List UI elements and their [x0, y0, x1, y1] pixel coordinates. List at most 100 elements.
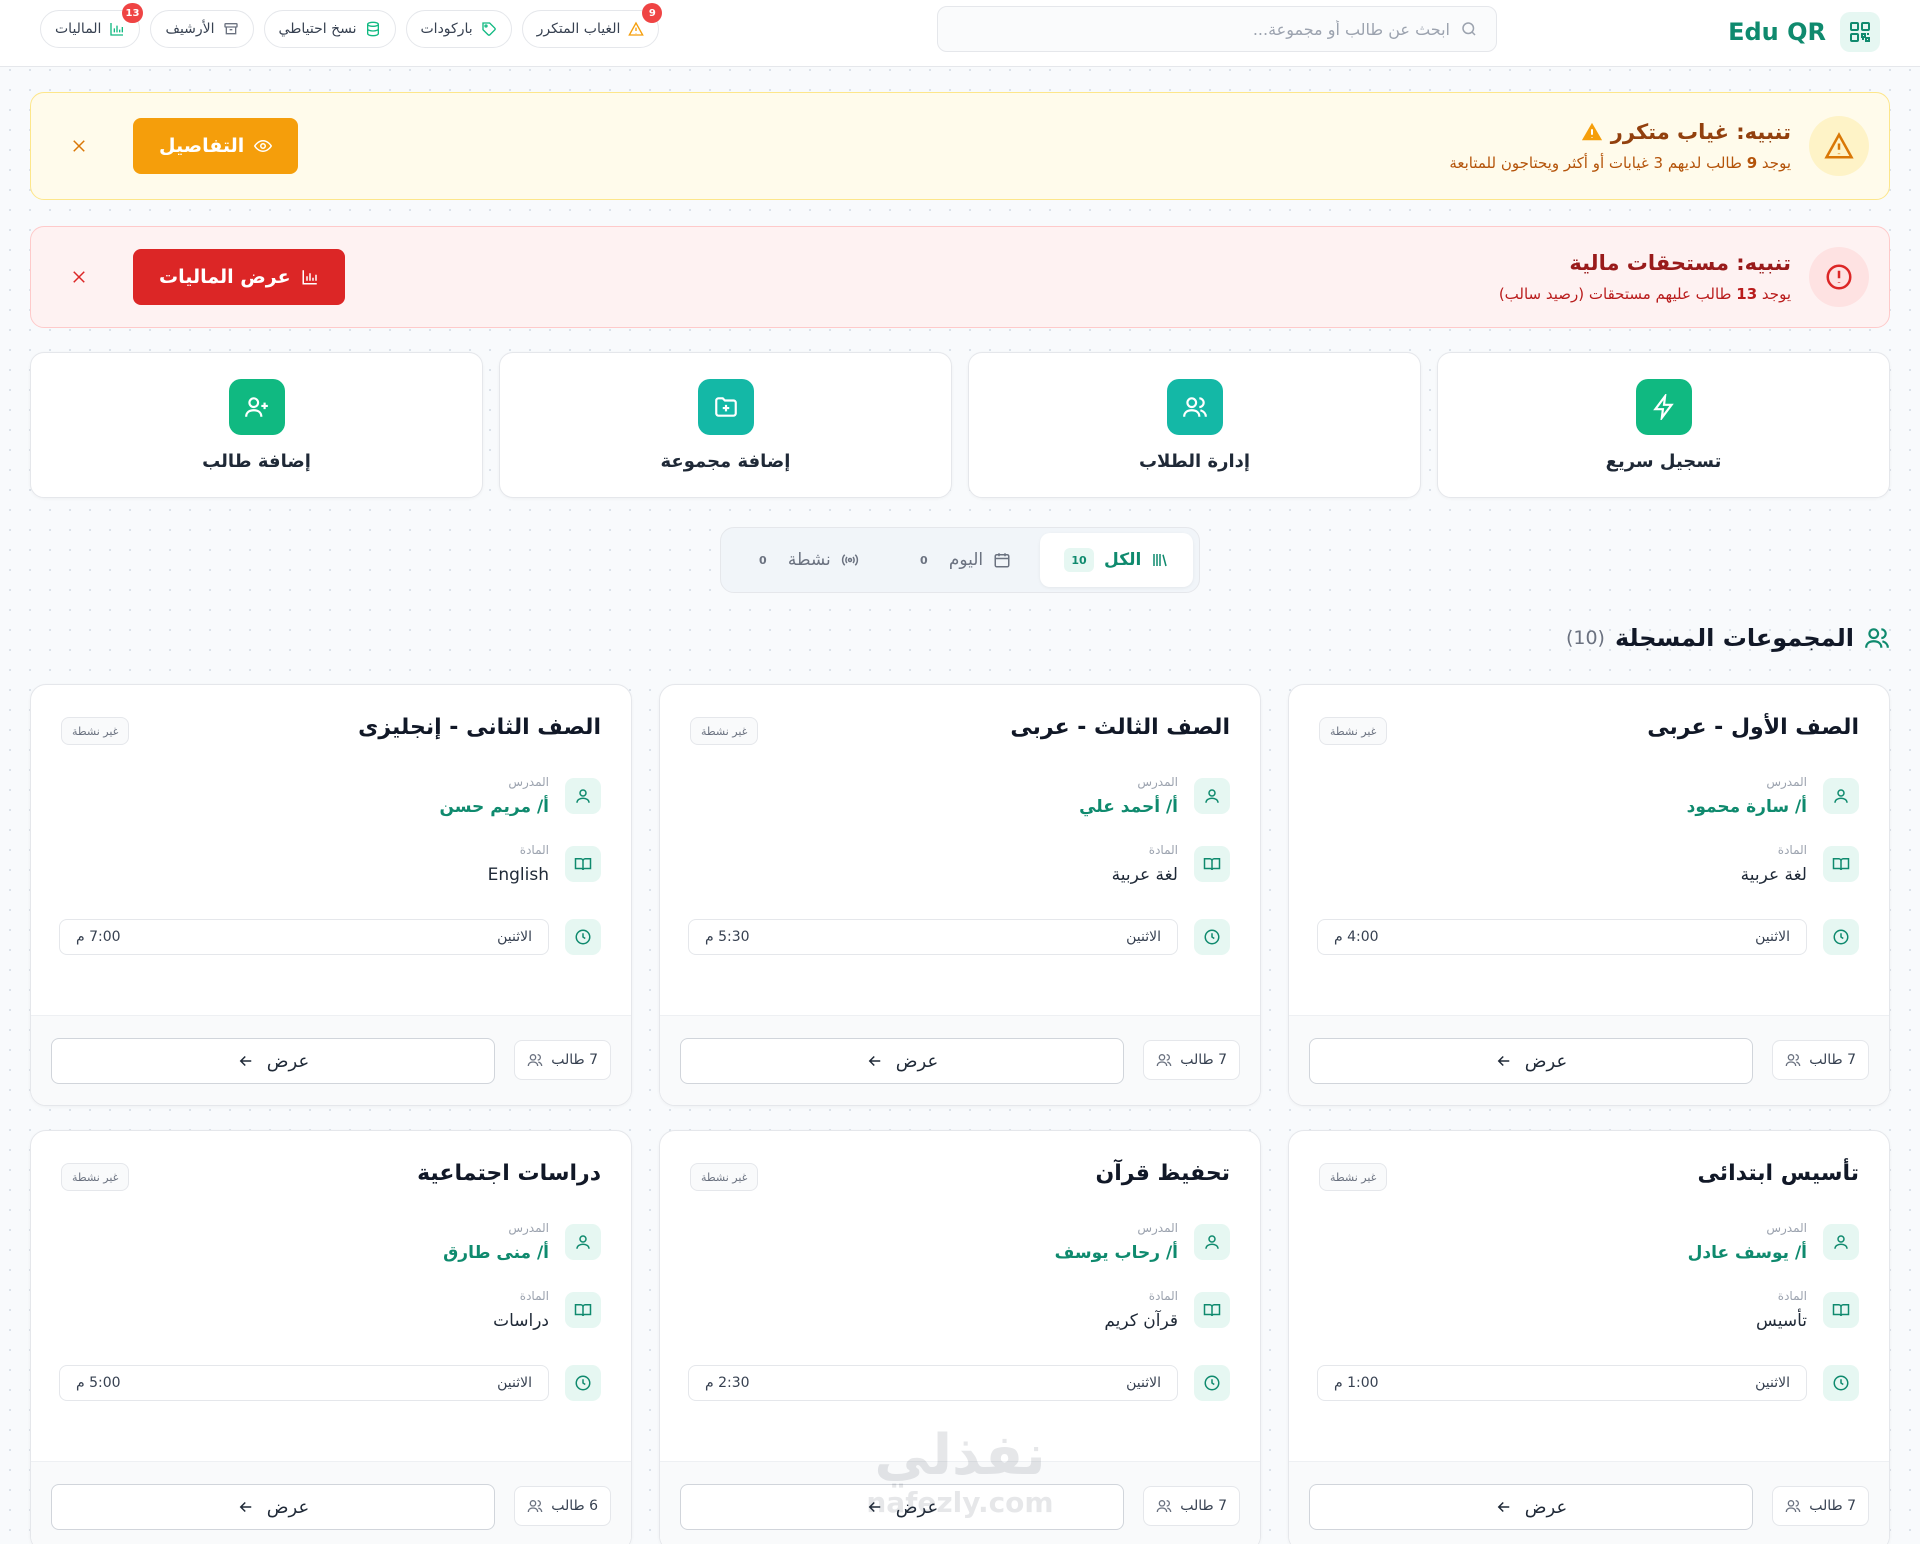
zap-icon — [1635, 378, 1692, 435]
teacher-label: المدرس — [508, 775, 549, 789]
nav-absence[interactable]: الغياب المتكرر 9 — [521, 3, 663, 48]
schedule-box: الاثنين 7:00 م — [59, 919, 549, 955]
view-finance-button[interactable]: عرض الماليات — [133, 249, 345, 305]
warning-emoji-icon — [1581, 121, 1603, 143]
nav-absence-badge: 9 — [642, 3, 663, 23]
arrow-left-icon — [1495, 1498, 1513, 1516]
tab-all[interactable]: الكل 10 — [1040, 533, 1193, 587]
teacher-label: المدرس — [1766, 1221, 1807, 1235]
schedule-time: 1:00 م — [1334, 1375, 1379, 1391]
subject-name: لغة عربية — [1111, 865, 1178, 885]
subject-row: المادة تأسيس — [1756, 1289, 1859, 1331]
tab-all-count: 10 — [1064, 548, 1095, 572]
teacher-label: المدرس — [1137, 775, 1178, 789]
users-icon — [1156, 1052, 1172, 1068]
student-count: 7 طالب — [1809, 1498, 1856, 1514]
bar-chart-icon — [109, 21, 125, 37]
student-count: 7 طالب — [1180, 1052, 1227, 1068]
brand-name: Edu QR — [1728, 18, 1826, 46]
nav-backup[interactable]: نسخ احتياطي — [263, 10, 396, 48]
arrow-left-icon — [1495, 1052, 1513, 1070]
subject-label: المادة — [519, 1289, 549, 1303]
group-name: الصف الثالث - عربى — [1010, 715, 1230, 740]
view-group-button[interactable]: عرض — [680, 1038, 1124, 1084]
nav-archive[interactable]: الأرشيف — [150, 10, 254, 48]
schedule-day: الاثنين — [1126, 929, 1161, 945]
group-card: الصف الثانى - إنجليزى غير نشطة المدرس أ/… — [30, 684, 632, 1106]
absence-details-label: التفاصيل — [159, 135, 245, 157]
schedule-time: 2:30 م — [705, 1375, 750, 1391]
status-badge: غير نشطة — [690, 1163, 759, 1191]
users-icon — [1785, 1498, 1801, 1514]
user-icon — [1823, 1224, 1859, 1260]
user-plus-icon — [228, 378, 285, 435]
manage-students-card[interactable]: إدارة الطلاب — [968, 352, 1421, 498]
schedule-box: الاثنين 2:30 م — [688, 1365, 1178, 1401]
tab-today-count: 0 — [919, 553, 928, 567]
teacher-row: المدرس أ/ رحاب يوسف — [1055, 1221, 1230, 1263]
tab-active[interactable]: نشطة 0 — [727, 533, 880, 587]
users-icon — [527, 1052, 543, 1068]
search-box[interactable] — [937, 6, 1497, 52]
close-icon[interactable] — [67, 134, 91, 158]
subject-name: قرآن كريم — [1104, 1311, 1178, 1331]
close-icon[interactable] — [67, 265, 91, 289]
arrow-left-icon — [237, 1498, 255, 1516]
alert-circle-icon — [1809, 247, 1869, 307]
absence-count: 9 — [1746, 154, 1758, 172]
brand[interactable]: Edu QR — [1728, 12, 1880, 52]
tab-today[interactable]: اليوم 0 — [884, 533, 1037, 587]
schedule-box: الاثنين 5:00 م — [59, 1365, 549, 1401]
view-group-button[interactable]: عرض — [1309, 1038, 1753, 1084]
users-icon — [527, 1498, 543, 1514]
calendar-icon — [993, 551, 1011, 569]
view-group-button[interactable]: عرض — [1309, 1484, 1753, 1530]
schedule-row: الاثنين 2:30 م — [688, 1365, 1230, 1401]
add-student-card[interactable]: إضافة طالب — [30, 352, 483, 498]
clock-icon — [565, 1365, 601, 1401]
teacher-name: أ/ يوسف عادل — [1687, 1243, 1807, 1263]
view-label: عرض — [266, 1050, 310, 1072]
schedule-box: الاثنين 1:00 م — [1317, 1365, 1807, 1401]
view-group-button[interactable]: عرض — [680, 1484, 1124, 1530]
absence-details-button[interactable]: التفاصيل — [133, 118, 299, 174]
clock-icon — [1194, 1365, 1230, 1401]
subject-row: المادة قرآن كريم — [1104, 1289, 1230, 1331]
quick-actions: تسجيل سريع إدارة الطلاب إضافة مجموعة إضا… — [30, 352, 1890, 498]
teacher-name: أ/ رحاب يوسف — [1054, 1243, 1178, 1263]
top-nav: الماليات 13 الأرشيف نسخ احتياطي باركودات — [40, 3, 663, 48]
student-count-badge: 7 طالب — [1772, 1486, 1869, 1526]
group-card-footer: 7 طالب عرض — [1289, 1461, 1889, 1544]
subject-label: المادة — [519, 843, 549, 857]
teacher-name: أ/ مريم حسن — [439, 797, 549, 817]
schedule-box: الاثنين 4:00 م — [1317, 919, 1807, 955]
view-group-button[interactable]: عرض — [51, 1038, 495, 1084]
schedule-row: الاثنين 1:00 م — [1317, 1365, 1859, 1401]
clock-icon — [1823, 919, 1859, 955]
absence-alert-desc: يوجد 9 طالب لديهم 3 غيابات أو أكثر ويحتا… — [1449, 154, 1791, 172]
group-name: الصف الثانى - إنجليزى — [358, 715, 601, 740]
view-group-button[interactable]: عرض — [51, 1484, 495, 1530]
subject-label: المادة — [1148, 843, 1178, 857]
nav-barcodes[interactable]: باركودات — [405, 10, 512, 48]
search-input[interactable] — [956, 19, 1450, 39]
student-count: 6 طالب — [551, 1498, 598, 1514]
group-name: تأسيس ابتدائى — [1697, 1161, 1859, 1186]
nav-finance[interactable]: الماليات 13 — [40, 3, 144, 48]
finance-alert-desc: يوجد 13 طالب عليهم مستحقات (رصيد سالب) — [1498, 285, 1791, 303]
add-group-label: إضافة مجموعة — [660, 450, 791, 472]
users-icon — [1166, 378, 1223, 435]
student-count-badge: 7 طالب — [1772, 1040, 1869, 1080]
group-filter-tabs: الكل 10 اليوم 0 نشطة 0 — [720, 527, 1200, 593]
nav-archive-label: الأرشيف — [165, 21, 215, 37]
add-group-card[interactable]: إضافة مجموعة — [499, 352, 952, 498]
clock-icon — [1823, 1365, 1859, 1401]
subject-label: المادة — [1777, 843, 1807, 857]
view-label: عرض — [1524, 1050, 1568, 1072]
tab-active-count: 0 — [759, 553, 767, 567]
finance-count: 13 — [1736, 285, 1758, 303]
book-open-icon — [1823, 846, 1859, 882]
users-icon — [1864, 625, 1890, 651]
schedule-day: الاثنين — [1755, 1375, 1790, 1391]
quick-register-card[interactable]: تسجيل سريع — [1437, 352, 1890, 498]
